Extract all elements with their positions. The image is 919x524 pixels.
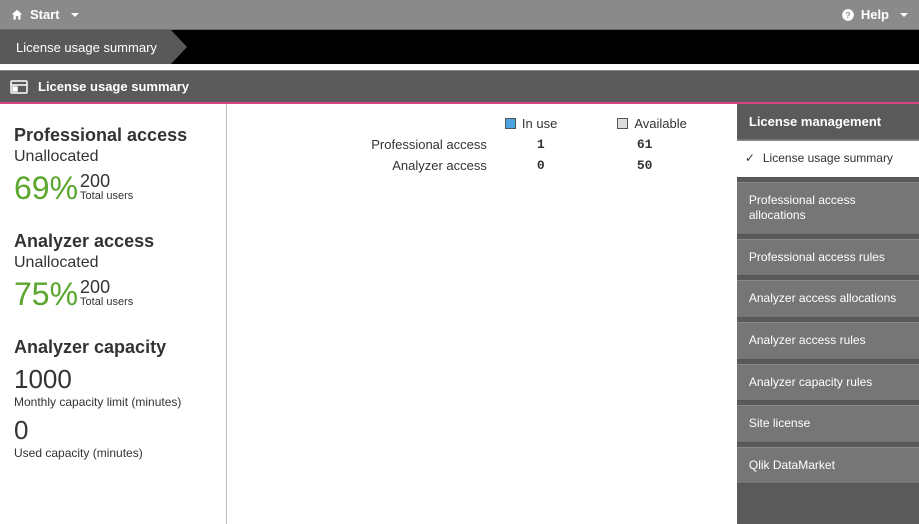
stats-title: Analyzer access [14, 232, 212, 252]
top-bar: Start ? Help [0, 0, 919, 30]
capacity-limit: 1000 [14, 364, 212, 395]
start-label: Start [30, 7, 60, 22]
card-icon [10, 80, 28, 94]
content: Professional access Unallocated 69% 200 … [0, 104, 919, 524]
available-value: 61 [617, 137, 717, 152]
total-count: 200 [80, 172, 133, 191]
inuse-value: 1 [517, 137, 617, 152]
help-label: Help [861, 7, 889, 22]
table-row: Professional access 1 61 [247, 137, 717, 152]
capacity-used-label: Used capacity (minutes) [14, 446, 212, 460]
legend-available: Available [617, 116, 687, 131]
unallocated-pct: 69% [14, 172, 78, 204]
nav-item-analyzer-access-allocations[interactable]: Analyzer access allocations [737, 280, 919, 318]
license-management-nav: License management License usage summary… [737, 104, 919, 524]
table-row: Analyzer access 0 50 [247, 158, 717, 173]
help-icon: ? [841, 8, 855, 22]
row-label: Analyzer access [247, 158, 517, 173]
nav-item-license-usage-summary[interactable]: License usage summary [737, 140, 919, 178]
stats-subtitle: Unallocated [14, 254, 212, 272]
usage-table: In use Available Professional access 1 6… [227, 104, 737, 524]
professional-access-block: Professional access Unallocated 69% 200 … [14, 126, 212, 204]
stats-title: Professional access [14, 126, 212, 146]
breadcrumb-label: License usage summary [16, 40, 157, 55]
square-icon [617, 118, 628, 129]
row-label: Professional access [247, 137, 517, 152]
help-menu[interactable]: ? Help [841, 7, 909, 22]
legend-label: In use [522, 116, 557, 131]
capacity-limit-label: Monthly capacity limit (minutes) [14, 395, 212, 409]
available-value: 50 [617, 158, 717, 173]
inuse-value: 0 [517, 158, 617, 173]
legend-inuse: In use [505, 116, 557, 131]
analyzer-access-block: Analyzer access Unallocated 75% 200 Tota… [14, 232, 212, 310]
nav-item-site-license[interactable]: Site license [737, 405, 919, 443]
unallocated-pct: 75% [14, 278, 78, 310]
analyzer-capacity-block: Analyzer capacity 1000 Monthly capacity … [14, 338, 212, 460]
nav-item-analyzer-access-rules[interactable]: Analyzer access rules [737, 322, 919, 360]
stats-title: Analyzer capacity [14, 338, 212, 358]
breadcrumb-item[interactable]: License usage summary [0, 30, 171, 64]
legend: In use Available [247, 114, 717, 131]
section-title: License usage summary [38, 79, 189, 94]
total-count: 200 [80, 278, 133, 297]
nav-item-professional-access-allocations[interactable]: Professional access allocations [737, 182, 919, 235]
nav-item-qlik-datamarket[interactable]: Qlik DataMarket [737, 447, 919, 485]
stats-subtitle: Unallocated [14, 148, 212, 166]
breadcrumb: License usage summary [0, 30, 919, 64]
svg-text:?: ? [845, 10, 850, 19]
stats-panel: Professional access Unallocated 69% 200 … [0, 104, 227, 524]
caret-down-icon [70, 10, 80, 20]
caret-down-icon [899, 10, 909, 20]
home-icon [10, 8, 24, 22]
total-label: Total users [80, 191, 133, 203]
total-label: Total users [80, 297, 133, 309]
start-menu[interactable]: Start [10, 7, 80, 22]
section-title-bar: License usage summary [0, 70, 919, 104]
nav-header: License management [737, 104, 919, 140]
nav-item-analyzer-capacity-rules[interactable]: Analyzer capacity rules [737, 364, 919, 402]
square-icon [505, 118, 516, 129]
legend-label: Available [634, 116, 687, 131]
nav-item-professional-access-rules[interactable]: Professional access rules [737, 239, 919, 277]
capacity-used: 0 [14, 415, 212, 446]
